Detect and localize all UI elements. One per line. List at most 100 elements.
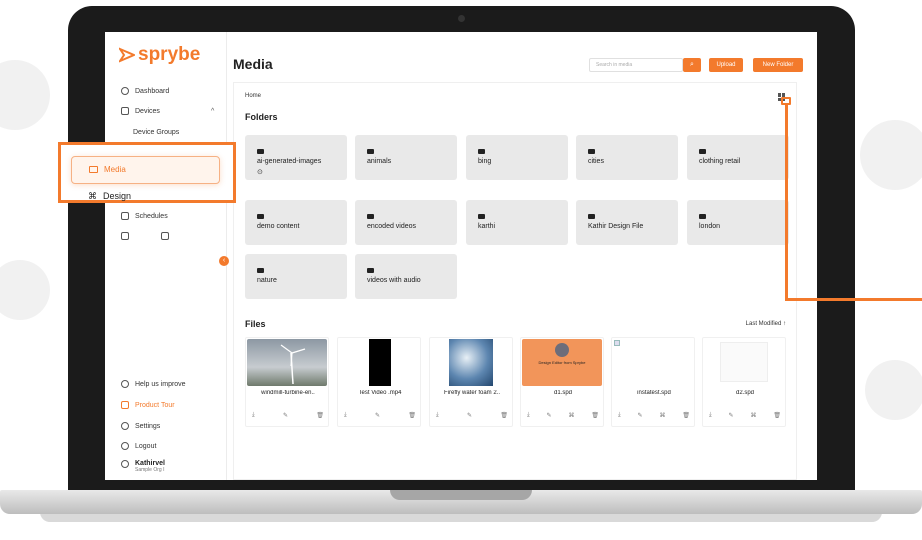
download-icon[interactable]: ⤓	[618, 412, 621, 419]
file-actions: ⤓ ✎ ⌘ 🗑	[709, 412, 781, 419]
delete-icon[interactable]: 🗑	[316, 412, 324, 419]
chevron-up-icon[interactable]: ^	[211, 108, 214, 115]
folder-card[interactable]: demo content	[245, 200, 347, 245]
user-profile[interactable]: Kathirvel Sample Org I	[121, 460, 165, 473]
edit-icon[interactable]: ✎	[283, 412, 288, 419]
edit-icon[interactable]: ✎	[638, 412, 643, 419]
duplicate-icon[interactable]: ⌘	[750, 412, 756, 419]
duplicate-icon[interactable]: ⌘	[568, 412, 574, 419]
sidebar-item-device-groups[interactable]: Device Groups	[133, 129, 179, 136]
water-foam-image	[449, 339, 493, 386]
laptop-notch	[390, 490, 532, 500]
gear-icon	[121, 422, 129, 430]
duplicate-icon[interactable]: ⌘	[659, 412, 665, 419]
download-icon[interactable]: ⤓	[527, 412, 530, 419]
folder-card[interactable]: Kathir Design File	[576, 200, 678, 245]
breadcrumb[interactable]: Home	[245, 93, 261, 99]
folder-card[interactable]: london	[687, 200, 789, 245]
sidebar-item-label: Settings	[135, 422, 161, 430]
edit-icon[interactable]: ✎	[375, 412, 380, 419]
media-panel: Home Folders ai-generated-images ⊙ anima…	[233, 82, 797, 480]
logout-icon	[121, 442, 129, 450]
callout-line-vertical	[785, 103, 788, 301]
file-name: d1.spd	[553, 390, 572, 396]
file-actions: ⤓ ✎ ⌘ 🗑	[527, 412, 599, 419]
file-name: windmill-turbine-en..	[261, 390, 315, 396]
folder-icon	[257, 268, 264, 273]
sidebar-item-devices[interactable]: Devices	[121, 107, 160, 115]
folder-name: karthi	[478, 223, 496, 230]
delete-icon[interactable]: 🗑	[773, 412, 781, 419]
folder-card[interactable]: cities	[576, 135, 678, 180]
background-dot	[865, 360, 922, 420]
file-name: d2.spd	[735, 390, 754, 396]
file-card[interactable]: Design Editor from Sprybe d1.spd ⤓ ✎ ⌘ 🗑	[520, 337, 604, 427]
file-card[interactable]: d2.spd ⤓ ✎ ⌘ 🗑	[702, 337, 786, 427]
search-button[interactable]: ⌕	[683, 58, 701, 72]
download-icon[interactable]: ⤓	[344, 412, 347, 419]
edit-icon[interactable]: ✎	[729, 412, 734, 419]
delete-icon[interactable]: 🗑	[408, 412, 416, 419]
new-folder-button[interactable]: New Folder	[753, 58, 803, 72]
folder-name: nature	[257, 277, 277, 284]
upload-button[interactable]: Upload	[709, 58, 743, 72]
user-org: Sample Org I	[135, 467, 165, 473]
file-actions: ⤓ ✎ 🗑	[252, 412, 324, 419]
sidebar: sprybe Dashboard Devices ^ Device Groups…	[105, 32, 229, 480]
folder-card[interactable]: nature	[245, 254, 347, 299]
camera-icon	[458, 15, 465, 22]
sidebar-item-label: Devices	[135, 107, 160, 115]
file-card[interactable]: instatest.spd ⤓ ✎ ⌘ 🗑	[611, 337, 695, 427]
file-card[interactable]: Firefly water foam 2.. ⤓ ✎ 🗑	[429, 337, 513, 427]
file-actions: ⤓ ✎ 🗑	[344, 412, 416, 419]
delete-icon[interactable]: 🗑	[591, 412, 599, 419]
folder-card[interactable]: ai-generated-images ⊙	[245, 135, 347, 180]
folders-title: Folders	[245, 112, 278, 122]
download-icon[interactable]: ⤓	[252, 412, 255, 419]
folder-card[interactable]: videos with audio	[355, 254, 457, 299]
sidebar-item-logout[interactable]: Logout	[121, 442, 156, 450]
sidebar-item-label: Logout	[135, 442, 157, 450]
file-card[interactable]: Test Video .mp4 ⤓ ✎ 🗑	[337, 337, 421, 427]
sidebar-item-product-tour[interactable]: Product Tour	[121, 401, 175, 409]
user-avatar-icon	[121, 460, 129, 468]
logo-text: sprybe	[138, 44, 201, 65]
logo[interactable]: sprybe	[119, 44, 200, 66]
sidebar-item-help[interactable]: Help us improve	[121, 380, 186, 388]
edit-icon[interactable]: ✎	[467, 412, 472, 419]
sidebar-item-schedules[interactable]: Schedules	[121, 212, 168, 220]
edit-icon[interactable]: ✎	[547, 412, 552, 419]
file-name: instatest.spd	[637, 390, 671, 396]
folder-icon	[699, 214, 706, 219]
sort-dropdown[interactable]: Last Modified ↑	[746, 321, 786, 327]
sidebar-item-dashboard[interactable]: Dashboard	[121, 87, 169, 95]
sidebar-item-label: Media	[104, 165, 126, 174]
folder-name: clothing retail	[699, 158, 741, 165]
download-icon[interactable]: ⤓	[436, 412, 439, 419]
folder-card[interactable]: encoded videos	[355, 200, 457, 245]
delete-icon[interactable]: 🗑	[682, 412, 690, 419]
folder-name: london	[699, 223, 721, 230]
search-input[interactable]: Search in media	[589, 58, 683, 72]
file-icon[interactable]	[121, 232, 129, 240]
folder-card[interactable]: bing	[466, 135, 568, 180]
folder-card[interactable]: karthi	[466, 200, 568, 245]
callout-line-horizontal	[785, 298, 922, 301]
sidebar-item-design[interactable]: Design	[103, 191, 131, 201]
folder-name: demo content	[257, 223, 300, 230]
folder-card[interactable]: animals	[355, 135, 457, 180]
devices-icon	[121, 107, 129, 115]
user-icon[interactable]	[161, 232, 169, 240]
download-icon[interactable]: ⤓	[709, 412, 712, 419]
folder-icon	[367, 268, 374, 273]
collapse-sidebar-button[interactable]: ‹	[219, 256, 229, 266]
folder-card[interactable]: clothing retail	[687, 135, 789, 180]
delete-icon[interactable]: 🗑	[500, 412, 508, 419]
sidebar-extra-icons	[121, 232, 169, 240]
file-actions: ⤓ ✎ 🗑	[436, 412, 508, 419]
file-thumbnail	[704, 339, 784, 386]
design-icon: ⌘	[88, 191, 97, 201]
file-card[interactable]: windmill-turbine-en.. ⤓ ✎ 🗑	[245, 337, 329, 427]
sidebar-item-settings[interactable]: Settings	[121, 422, 160, 430]
file-actions: ⤓ ✎ ⌘ 🗑	[618, 412, 690, 419]
